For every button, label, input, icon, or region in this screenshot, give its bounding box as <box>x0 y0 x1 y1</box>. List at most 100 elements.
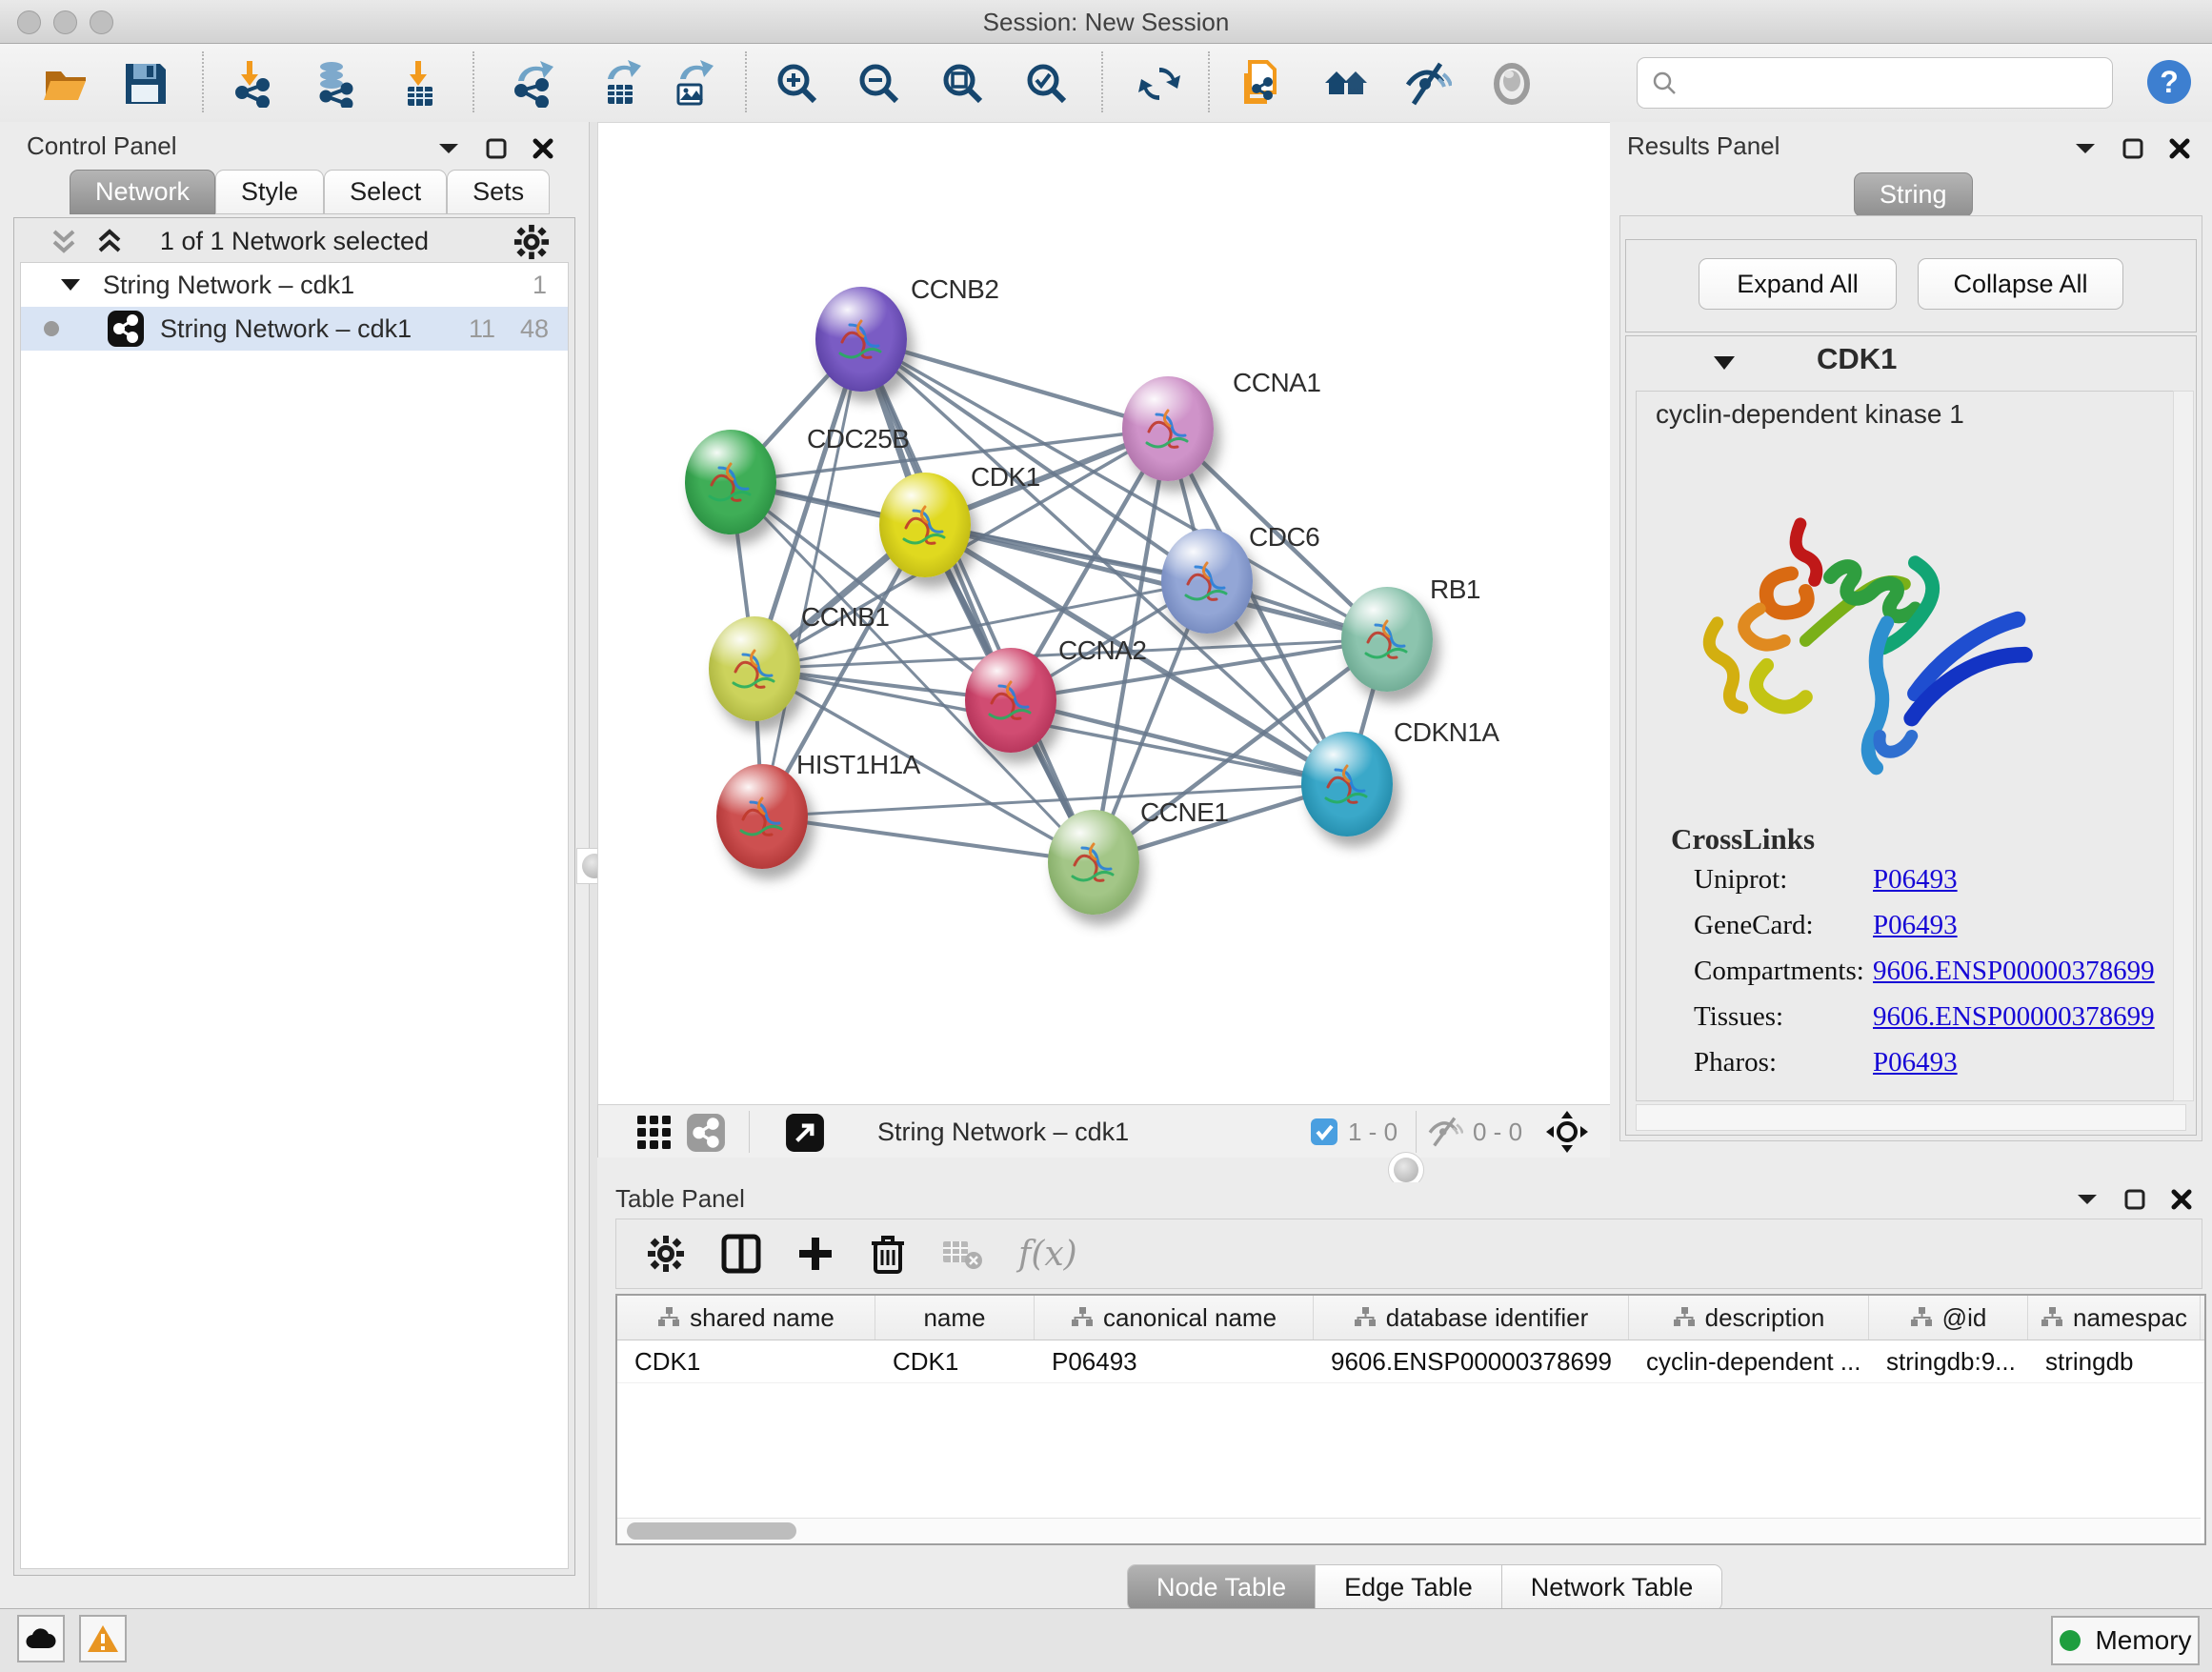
first-neighbors-icon[interactable] <box>1322 60 1370 108</box>
table-cell[interactable]: CDK1 <box>617 1340 875 1382</box>
crosslink-link[interactable]: P06493 <box>1873 864 1958 896</box>
crosslink-link[interactable]: P06493 <box>1873 910 1958 941</box>
column-header[interactable]: name <box>875 1296 1035 1340</box>
float-panel-icon[interactable] <box>486 138 507 159</box>
show-graphics-orb-icon[interactable] <box>1488 60 1536 108</box>
table-row[interactable]: CDK1CDK1P064939606.ENSP00000378699cyclin… <box>617 1340 2204 1383</box>
hidden-eye-icon <box>1427 1117 1463 1147</box>
table-horizontal-scrollbar[interactable] <box>617 1518 2201 1543</box>
table-cell[interactable]: stringdb:9... <box>1869 1340 2028 1382</box>
zoom-out-icon[interactable] <box>855 60 903 108</box>
add-column-icon[interactable] <box>797 1236 834 1272</box>
window-title: Session: New Session <box>0 8 2212 37</box>
selected-checkbox-icon[interactable] <box>1310 1118 1338 1146</box>
network-options-gear-icon[interactable] <box>513 224 550 260</box>
panel-divider-horizontal[interactable] <box>597 1158 2212 1182</box>
crosslink-link[interactable]: P06493 <box>1873 1047 1958 1078</box>
zoom-selected-icon[interactable] <box>1023 60 1071 108</box>
expand-all-button[interactable]: Expand All <box>1699 258 1897 310</box>
network-node-CDK1[interactable] <box>879 473 971 577</box>
network-node-HIST1H1A[interactable] <box>716 764 808 869</box>
table-cell[interactable]: stringdb <box>2028 1340 2201 1382</box>
network-node-CCNA2[interactable] <box>965 648 1056 753</box>
scrollbar-thumb[interactable] <box>627 1522 796 1540</box>
help-icon[interactable]: ? <box>2145 58 2193 106</box>
close-panel-icon[interactable] <box>2168 137 2191 160</box>
column-header[interactable]: database identifier <box>1314 1296 1629 1340</box>
network-node-CCNB2[interactable] <box>815 287 907 392</box>
table-cell[interactable]: P06493 <box>1035 1340 1314 1382</box>
panel-menu-icon[interactable] <box>2073 140 2098 157</box>
open-in-browser-icon[interactable] <box>785 1113 825 1153</box>
column-header[interactable]: canonical name <box>1035 1296 1314 1340</box>
network-node-CCNB1[interactable] <box>709 616 800 721</box>
results-horizontal-scrollbar[interactable] <box>1636 1104 2186 1131</box>
close-panel-icon[interactable] <box>2170 1188 2193 1211</box>
network-node-RB1[interactable] <box>1341 587 1433 692</box>
table-cell[interactable]: 9606.ENSP00000378699 <box>1314 1340 1629 1382</box>
network-row[interactable]: String Network – cdk1 11 48 <box>21 307 568 351</box>
hide-unhide-icon[interactable] <box>1404 60 1452 108</box>
import-network-database-icon[interactable] <box>311 60 358 108</box>
export-image-icon[interactable] <box>667 60 714 108</box>
collapse-all-button[interactable]: Collapse All <box>1918 258 2123 310</box>
tab-node-table[interactable]: Node Table <box>1128 1565 1316 1610</box>
fit-content-crosshair-icon[interactable] <box>1546 1111 1588 1153</box>
column-header[interactable]: description <box>1629 1296 1869 1340</box>
panel-menu-icon[interactable] <box>2075 1191 2100 1208</box>
tab-network[interactable]: Network <box>70 170 215 214</box>
tab-network-table[interactable]: Network Table <box>1502 1565 1722 1610</box>
function-builder-icon[interactable]: f(x) <box>1018 1235 1077 1274</box>
float-panel-icon[interactable] <box>2122 138 2143 159</box>
crosslink-link[interactable]: 9606.ENSP00000378699 <box>1873 956 2155 987</box>
column-header[interactable]: shared name <box>617 1296 875 1340</box>
network-collection-row[interactable]: String Network – cdk1 1 <box>21 263 568 307</box>
column-header[interactable]: namespac <box>2028 1296 2201 1340</box>
column-header[interactable]: @id <box>1869 1296 2028 1340</box>
zoom-fit-icon[interactable] <box>939 60 987 108</box>
panel-menu-icon[interactable] <box>436 140 461 157</box>
delete-table-icon[interactable] <box>942 1238 982 1270</box>
clone-network-icon[interactable] <box>1237 60 1284 108</box>
float-panel-icon[interactable] <box>2124 1189 2145 1210</box>
save-session-icon[interactable] <box>122 60 170 108</box>
birds-eye-grid-icon[interactable] <box>636 1115 673 1151</box>
toolbar-separator <box>1416 1111 1417 1153</box>
table-options-gear-icon[interactable] <box>647 1235 685 1273</box>
tab-edge-table[interactable]: Edge Table <box>1316 1565 1502 1610</box>
warnings-button[interactable] <box>79 1615 127 1662</box>
results-vertical-scrollbar[interactable] <box>2173 391 2194 1101</box>
control-panel: Control Panel Network Style Select Sets … <box>0 122 589 1608</box>
tab-select[interactable]: Select <box>324 170 447 214</box>
network-view-toolbar: String Network – cdk1 1 - 0 0 - 0 <box>597 1104 1612 1159</box>
node-table[interactable]: shared namenamecanonical namedatabase id… <box>615 1294 2206 1545</box>
section-collapse-triangle-icon[interactable] <box>1712 353 1737 373</box>
collapse-triangle-icon[interactable] <box>59 276 82 293</box>
cloud-status-button[interactable] <box>17 1615 65 1662</box>
network-node-CDKN1A[interactable] <box>1301 732 1393 836</box>
crosslink-link[interactable]: 9606.ENSP00000378699 <box>1873 1001 2155 1033</box>
open-session-icon[interactable] <box>42 60 90 108</box>
export-network-icon[interactable] <box>509 60 556 108</box>
tab-style[interactable]: Style <box>215 170 324 214</box>
import-network-file-icon[interactable] <box>229 60 276 108</box>
tab-sets[interactable]: Sets <box>447 170 550 214</box>
table-cell[interactable]: cyclin-dependent ... <box>1629 1340 1869 1382</box>
network-canvas[interactable]: CCNB2 CCNA1 CDC25B CDK1 CDC6 RB1 CCNB1 C… <box>597 122 1612 1106</box>
export-table-icon[interactable] <box>596 60 644 108</box>
search-input[interactable] <box>1637 57 2113 109</box>
string-panel-icon[interactable] <box>686 1113 726 1153</box>
import-table-icon[interactable] <box>394 60 442 108</box>
show-columns-icon[interactable] <box>721 1234 761 1274</box>
tab-string[interactable]: String <box>1854 172 1973 217</box>
network-node-CCNA1[interactable] <box>1122 376 1214 481</box>
table-cell[interactable]: CDK1 <box>875 1340 1035 1382</box>
memory-button[interactable]: Memory <box>2051 1616 2200 1665</box>
refresh-view-icon[interactable] <box>1136 60 1183 108</box>
close-panel-icon[interactable] <box>532 137 554 160</box>
delete-column-icon[interactable] <box>870 1234 906 1274</box>
network-node-CCNE1[interactable] <box>1048 810 1139 915</box>
zoom-in-icon[interactable] <box>774 60 821 108</box>
network-node-CDC25B[interactable] <box>685 430 776 534</box>
network-node-CDC6[interactable] <box>1161 529 1253 634</box>
